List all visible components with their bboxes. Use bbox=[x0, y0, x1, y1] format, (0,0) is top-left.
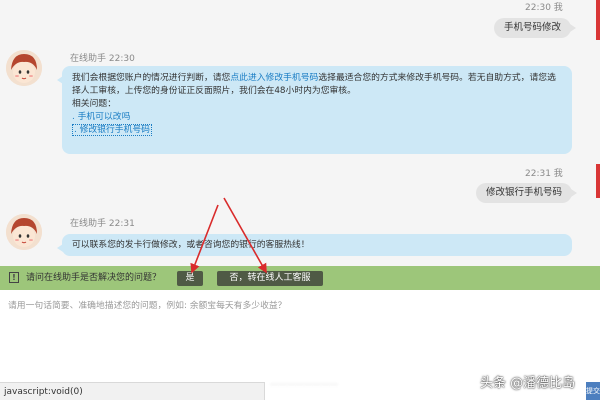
blurred-text: …………………… bbox=[270, 378, 338, 388]
watermark: 头条 @潘德比岛 bbox=[480, 376, 576, 391]
agent-avatar bbox=[6, 50, 42, 86]
side-tab[interactable] bbox=[596, 0, 600, 40]
agent-message-bubble: 可以联系您的发卡行做修改，或者咨询您的银行的客服热线！ bbox=[57, 234, 572, 256]
side-tab[interactable] bbox=[596, 164, 600, 198]
user-message-bubble: 手机号码修改 bbox=[494, 18, 577, 38]
related-question-link[interactable]: . 手机可以改吗 bbox=[72, 112, 130, 122]
message-time: 22:31 我 bbox=[525, 169, 563, 179]
message-time: 22:30 我 bbox=[525, 3, 563, 13]
chat-history: 22:30 我 手机号码修改 在线助手 22:30 我们会根据您账户的情况进行判… bbox=[0, 0, 600, 266]
submit-button[interactable]: 提交 bbox=[586, 382, 600, 400]
change-phone-link[interactable]: 点此进入修改手机号码 bbox=[230, 73, 318, 83]
agent-message-bubble: 我们会根据您账户的情况进行判断，请您点此进入修改手机号码选择最适合您的方式来修改… bbox=[57, 66, 572, 154]
avatar-girl-icon bbox=[6, 50, 42, 86]
user-message-bubble: 修改银行手机号码 bbox=[476, 183, 578, 203]
agent-avatar bbox=[6, 214, 42, 250]
browser-status-bar: javascript:void(0) bbox=[0, 382, 265, 400]
agent-name-time: 在线助手 22:30 bbox=[70, 54, 135, 64]
feedback-bar: ! 请问在线助手是否解决您的问题？ 是 否，转在线人工客服 bbox=[0, 266, 600, 290]
transfer-to-agent-button[interactable]: 否，转在线人工客服 bbox=[217, 271, 323, 286]
avatar-girl-icon bbox=[6, 214, 42, 250]
agent-name-time: 在线助手 22:31 bbox=[70, 219, 135, 229]
yes-button[interactable]: 是 bbox=[177, 271, 203, 286]
feedback-question: 请问在线助手是否解决您的问题？ bbox=[26, 273, 162, 283]
related-question-link[interactable]: . 修改银行手机号码 bbox=[72, 124, 152, 136]
message-input-placeholder: 请用一句话简要、准确地描述您的问题，例如: 余额宝每天有多少收益？ bbox=[8, 301, 287, 311]
exclamation-icon: ! bbox=[9, 272, 19, 283]
related-title: 相关问题： bbox=[72, 99, 116, 109]
